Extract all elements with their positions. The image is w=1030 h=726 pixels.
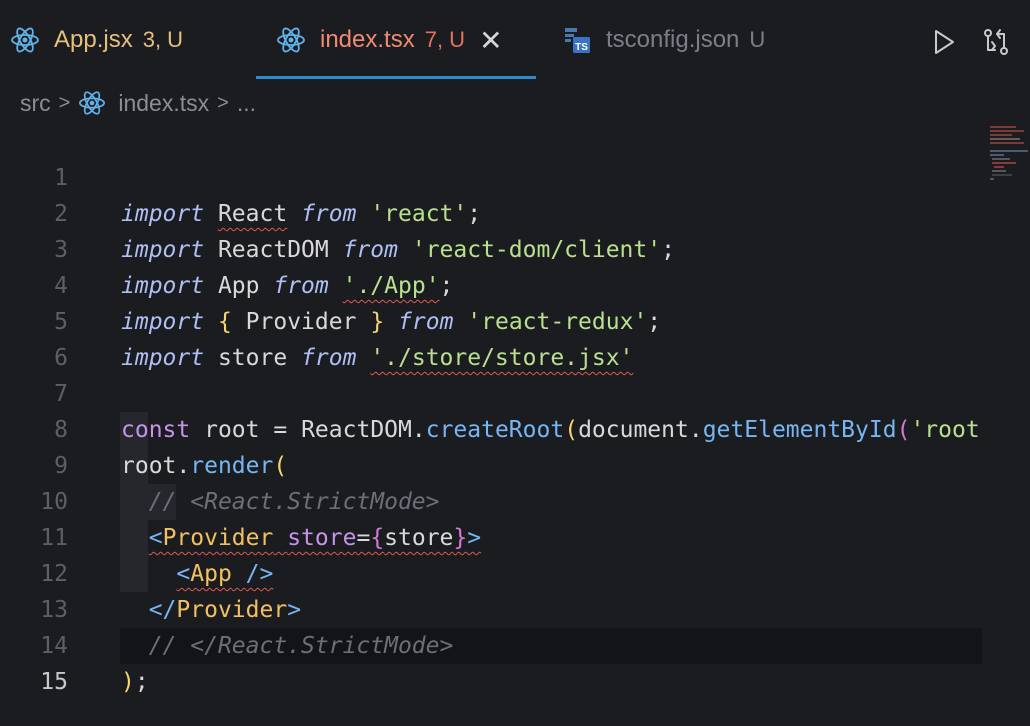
code-line: 11 <App /> — [0, 484, 982, 587]
breadcrumb-folder[interactable]: src — [20, 90, 51, 117]
code-line: 12 </Provider> — [0, 520, 982, 623]
code-line: 13 // </React.StrictMode> — [0, 556, 982, 659]
svg-text:TS: TS — [575, 42, 588, 53]
tab-label: App.jsx — [54, 26, 133, 53]
run-icon[interactable] — [930, 28, 958, 56]
breadcrumb-file[interactable]: index.tsx — [118, 90, 209, 117]
code-line: 8 root.render( — [0, 376, 982, 479]
code-line: 14 ); — [0, 592, 982, 695]
tab-label: tsconfig.json — [606, 26, 740, 53]
minimap[interactable] — [988, 124, 1028, 184]
code-line: 5 import store from './store/store.jsx' — [0, 268, 982, 371]
active-tab-indicator — [256, 76, 536, 79]
tab-problem-badge: 3, U — [142, 27, 184, 52]
close-icon[interactable]: ✕ — [479, 24, 502, 57]
code-line: 2 import ReactDOM from 'react-dom/client… — [0, 160, 982, 263]
react-icon — [79, 91, 106, 115]
code-line: 1 import React from 'react'; — [0, 124, 982, 227]
chevron-right-icon: > — [58, 91, 71, 114]
code-line: 9 // <React.StrictMode> — [0, 412, 982, 515]
source-control-compare-icon[interactable] — [982, 28, 1010, 56]
code-line: 4 import { Provider } from 'react-redux'… — [0, 232, 982, 335]
code-line: 15 — [0, 628, 982, 695]
token: ; — [134, 669, 149, 695]
code-line: 10 <Provider store={store}> — [0, 448, 982, 551]
react-icon — [11, 27, 39, 53]
tab-tsconfig-json[interactable]: TS tsconfig.json U — [562, 0, 765, 80]
typescript-config-icon: TS — [565, 28, 590, 53]
tab-status-badge: U — [749, 27, 766, 52]
tab-app-jsx[interactable]: App.jsx 3, U — [10, 0, 183, 80]
code-line: 6 — [0, 304, 982, 371]
tab-problem-badge: 7, U — [424, 27, 466, 52]
react-icon — [277, 27, 305, 53]
editor-window: App.jsx 3, U index.tsx 7, U ✕ TS tsconfi… — [0, 0, 1030, 726]
tab-bar: App.jsx 3, U index.tsx 7, U ✕ TS tsconfi… — [0, 0, 1030, 80]
code-line: 3 import App from './App'; — [0, 196, 982, 299]
code-line: 7 const root = ReactDOM.createRoot(docum… — [0, 340, 982, 443]
chevron-right-icon: > — [217, 91, 229, 114]
line-number: 15 — [40, 669, 68, 695]
tab-index-tsx[interactable]: index.tsx 7, U ✕ — [276, 0, 503, 80]
breadcrumb-more[interactable]: ... — [237, 90, 256, 117]
tab-label: index.tsx — [320, 26, 415, 53]
token: ) — [121, 669, 135, 695]
code-editor[interactable]: 1 import React from 'react'; 2 import Re… — [0, 124, 1030, 726]
breadcrumb: src > index.tsx > ... — [20, 86, 256, 120]
